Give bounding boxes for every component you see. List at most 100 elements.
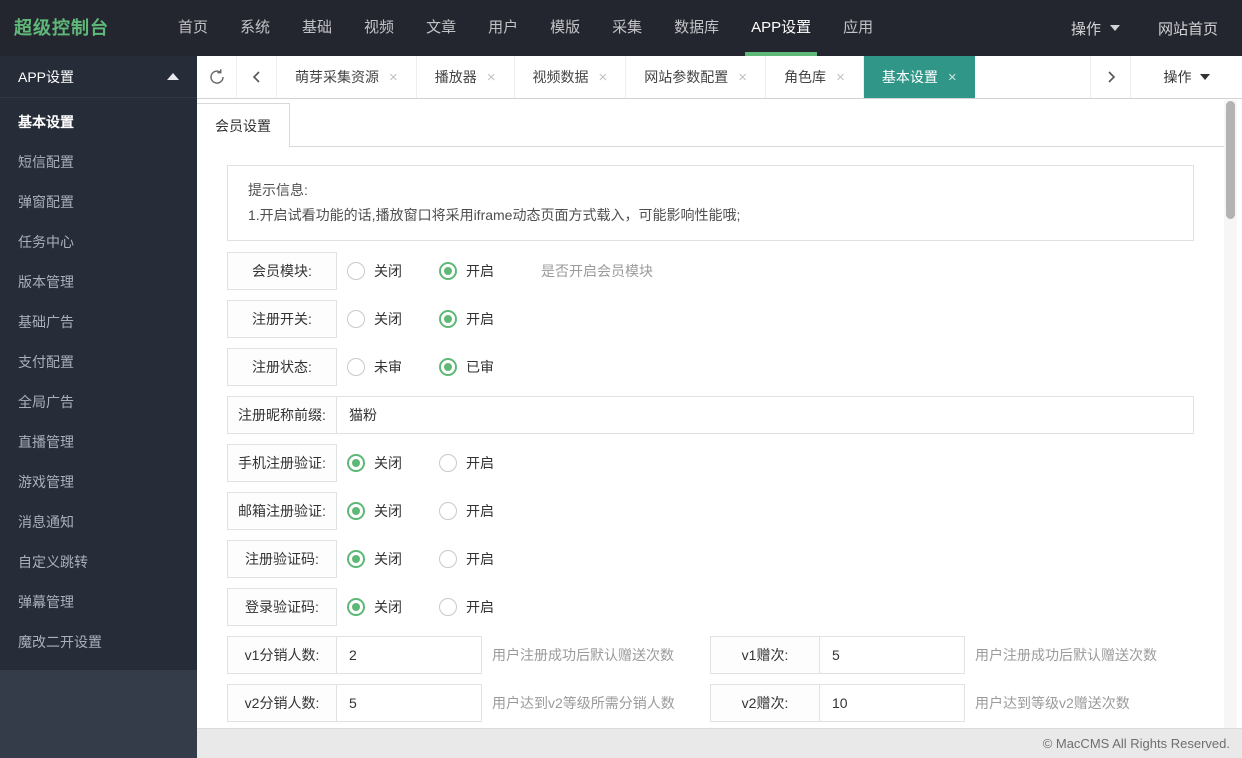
sidebar-item-basic-ads[interactable]: 基础广告 [0, 302, 197, 342]
radio-icon[interactable] [347, 262, 365, 280]
radio-icon[interactable] [347, 310, 365, 328]
notice-box: 提示信息: 1.开启试看功能的话,播放窗口将采用iframe动态页面方式载入，可… [227, 165, 1194, 241]
scroll-tabs-right-button[interactable] [1090, 56, 1130, 98]
radio-icon[interactable] [439, 310, 457, 328]
sidebar-item-popup-config[interactable]: 弹窗配置 [0, 182, 197, 222]
v2-bonus-input[interactable] [819, 684, 965, 722]
app-window: 超级控制台 首页 系统 基础 视频 文章 用户 模版 采集 数据库 APP设置 … [0, 0, 1242, 758]
sidebar-item-danmaku[interactable]: 弹幕管理 [0, 582, 197, 622]
nav-item-basic[interactable]: 基础 [286, 0, 348, 56]
v2-distribution-input[interactable] [336, 684, 482, 722]
open-tabs-bar: 萌芽采集资源 × 播放器 × 视频数据 × 网站参数配置 × 角色库 × 基本设… [197, 56, 1242, 99]
sidebar-item-global-ads[interactable]: 全局广告 [0, 382, 197, 422]
v1-distribution-input[interactable] [336, 636, 482, 674]
field-hint: 是否开启会员模块 [541, 263, 653, 279]
open-tab[interactable]: 萌芽采集资源 × [277, 56, 417, 98]
scrollbar-thumb[interactable] [1226, 101, 1235, 219]
nav-item-apps[interactable]: 应用 [827, 0, 889, 56]
sidebar-item-payment[interactable]: 支付配置 [0, 342, 197, 382]
field-label: 注册开关: [227, 300, 337, 338]
member-settings-form: 提示信息: 1.开启试看功能的话,播放窗口将采用iframe动态页面方式载入，可… [227, 165, 1194, 722]
caret-down-icon [1199, 74, 1210, 80]
radio-icon[interactable] [347, 502, 365, 520]
radio-option-reviewed[interactable]: 已审 [439, 357, 531, 377]
nav-item-template[interactable]: 模版 [534, 0, 596, 56]
radio-option-off[interactable]: 关闭 [347, 597, 439, 617]
radio-option-on[interactable]: 开启 [439, 597, 531, 617]
v1-bonus-input[interactable] [819, 636, 965, 674]
radio-icon[interactable] [439, 550, 457, 568]
radio-option-on[interactable]: 开启 [439, 261, 531, 281]
nav-item-database[interactable]: 数据库 [658, 0, 735, 56]
radio-icon[interactable] [347, 358, 365, 376]
nav-item-video[interactable]: 视频 [348, 0, 410, 56]
nav-item-article[interactable]: 文章 [410, 0, 472, 56]
close-icon[interactable]: × [599, 69, 608, 86]
nav-item-home[interactable]: 首页 [162, 0, 224, 56]
nav-item-system[interactable]: 系统 [224, 0, 286, 56]
radio-option-off[interactable]: 关闭 [347, 501, 439, 521]
form-row-member-module: 会员模块: 关闭 开启 是否开启会员模块 [227, 252, 1194, 290]
close-icon[interactable]: × [836, 69, 845, 86]
radio-option-on[interactable]: 开启 [439, 549, 531, 569]
sidebar-item-basic-settings[interactable]: 基本设置 [0, 102, 197, 142]
field-label: v1分销人数: [227, 636, 337, 674]
sidebar-item-game[interactable]: 游戏管理 [0, 462, 197, 502]
open-tab-active[interactable]: 基本设置 × [863, 56, 975, 98]
site-home-link[interactable]: 网站首页 [1158, 18, 1218, 39]
scroll-tabs-left-button[interactable] [237, 56, 277, 98]
radio-icon[interactable] [439, 502, 457, 520]
radio-icon[interactable] [439, 598, 457, 616]
radio-icon[interactable] [439, 454, 457, 472]
close-icon[interactable]: × [738, 69, 747, 86]
radio-icon[interactable] [347, 598, 365, 616]
navbar-action-dropdown[interactable]: 操作 [1071, 18, 1120, 39]
sidebar-item-custom-redirect[interactable]: 自定义跳转 [0, 542, 197, 582]
brand-logo: 超级控制台 [14, 18, 109, 38]
radio-option-off[interactable]: 关闭 [347, 309, 439, 329]
sidebar-group-header[interactable]: APP设置 [0, 56, 197, 98]
refresh-button[interactable] [197, 56, 237, 98]
nickname-prefix-input[interactable] [336, 396, 1194, 434]
caret-down-icon [1109, 25, 1120, 31]
radio-group: 关闭 开启 [347, 588, 531, 626]
top-nav-menu: 首页 系统 基础 视频 文章 用户 模版 采集 数据库 APP设置 应用 [162, 0, 889, 56]
radio-option-off[interactable]: 关闭 [347, 549, 439, 569]
radio-option-on[interactable]: 开启 [439, 309, 531, 329]
radio-icon[interactable] [439, 358, 457, 376]
radio-option-off[interactable]: 关闭 [347, 453, 439, 473]
radio-option-unreviewed[interactable]: 未审 [347, 357, 439, 377]
nav-item-user[interactable]: 用户 [472, 0, 534, 56]
nav-item-collect[interactable]: 采集 [596, 0, 658, 56]
sidebar-item-task-center[interactable]: 任务中心 [0, 222, 197, 262]
tabs-spacer [975, 56, 1090, 98]
close-icon[interactable]: × [487, 69, 496, 86]
radio-icon[interactable] [347, 550, 365, 568]
radio-icon[interactable] [347, 454, 365, 472]
radio-option-on[interactable]: 开启 [439, 501, 531, 521]
open-tab[interactable]: 角色库 × [766, 56, 864, 98]
form-row-register-status: 注册状态: 未审 已审 [227, 348, 1194, 386]
vertical-scrollbar[interactable] [1224, 100, 1237, 728]
sidebar-item-notify[interactable]: 消息通知 [0, 502, 197, 542]
open-tab[interactable]: 播放器 × [417, 56, 515, 98]
open-tab[interactable]: 视频数据 × [515, 56, 627, 98]
radio-icon[interactable] [439, 262, 457, 280]
field-label: 登录验证码: [227, 588, 337, 626]
sidebar-item-sms-config[interactable]: 短信配置 [0, 142, 197, 182]
field-hint: 用户注册成功后默认赠送次数 [975, 647, 1157, 663]
open-tab[interactable]: 网站参数配置 × [626, 56, 767, 98]
nav-item-app-settings[interactable]: APP设置 [735, 0, 827, 56]
close-icon[interactable]: × [948, 69, 957, 86]
sidebar-item-live[interactable]: 直播管理 [0, 422, 197, 462]
radio-option-on[interactable]: 开启 [439, 453, 531, 473]
field-hint: 用户注册成功后默认赠送次数 [492, 647, 674, 663]
radio-option-off[interactable]: 关闭 [347, 261, 439, 281]
tabs-action-dropdown[interactable]: 操作 [1130, 56, 1242, 98]
sidebar-item-mod-settings[interactable]: 魔改二开设置 [0, 622, 197, 662]
settings-tab-header: 会员设置 [197, 99, 1242, 147]
sidebar-item-version[interactable]: 版本管理 [0, 262, 197, 302]
tab-member-settings[interactable]: 会员设置 [197, 103, 290, 147]
close-icon[interactable]: × [389, 69, 398, 86]
field-label: v1赠次: [710, 636, 820, 674]
